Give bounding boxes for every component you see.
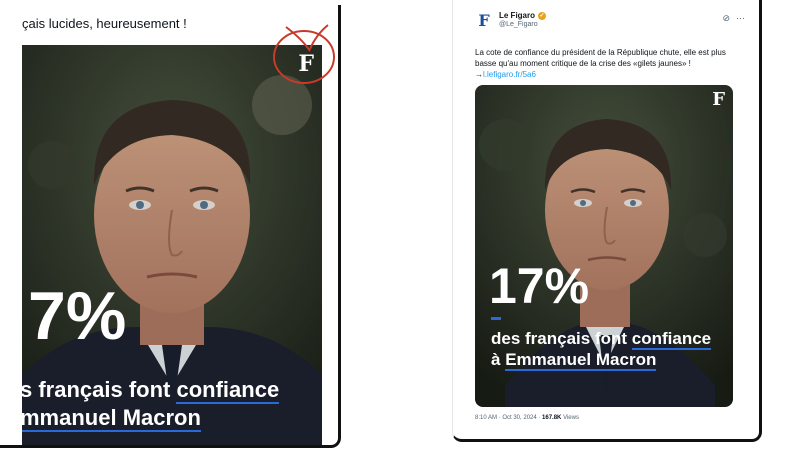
tweet-image[interactable]: F 17% des français font confiance à Emma…: [475, 85, 733, 407]
stat-percentage: 17%: [489, 258, 590, 314]
headline-emphasis: Emmanuel Macron: [505, 350, 657, 371]
grok-icon[interactable]: ⊘: [722, 13, 730, 23]
tweet-timestamp[interactable]: 8:10 AM · Oct 30, 2024 ·: [475, 415, 542, 421]
author-name-text: Le Figaro: [499, 11, 536, 20]
tweet-card: F Le Figaro ✓ @Le_Figaro ⊘ ··· La cote de …: [452, 0, 762, 442]
headline-emphasis: confiance: [631, 329, 712, 350]
headline-text: des français font: [491, 329, 632, 348]
tweet-header: F Le Figaro ✓ @Le_Figaro ⊘ ···: [475, 10, 745, 34]
le-figaro-logo-icon: F: [712, 89, 725, 110]
verified-badge-icon: ✓: [538, 11, 547, 20]
author-name[interactable]: Le Figaro ✓: [499, 11, 547, 20]
headline-line-2: mmanuel Macron: [22, 405, 201, 432]
tweet-text-fragment: çais lucides, heureusement !: [22, 16, 187, 31]
headline-text: à: [491, 350, 506, 369]
tweet-image-zoomed[interactable]: F 7% s français font confiance mmanuel M…: [22, 45, 322, 445]
tweet-text: La cote de confiance du président de la …: [475, 47, 747, 80]
headline-text: s français font: [22, 377, 177, 402]
tweet-body: La cote de confiance du président de la …: [475, 48, 726, 68]
headline-line-2: à Emmanuel Macron: [491, 350, 657, 371]
stat-percentage: 7%: [28, 278, 127, 354]
tweet-metadata: 8:10 AM · Oct 30, 2024 · 167.8K Views: [475, 415, 579, 421]
accent-bar: [491, 317, 501, 320]
views-count: 167.8K: [542, 415, 562, 421]
headline-line-1: des français font confiance: [491, 329, 712, 350]
author-handle[interactable]: @Le_Figaro: [499, 21, 538, 28]
arrow-icon: →: [475, 70, 483, 79]
left-cropped-tweet: çais lucides, heureusement ! F 7% s fran…: [0, 5, 341, 448]
views-label: Views: [561, 415, 579, 421]
avatar[interactable]: F: [475, 12, 493, 30]
more-options-icon[interactable]: ···: [736, 13, 745, 23]
tweet-actions: ⊘ ···: [716, 13, 745, 24]
headline-line-1: s français font confiance: [22, 377, 280, 404]
headline-emphasis: confiance: [176, 377, 280, 404]
annotation-circle-icon: [273, 24, 335, 84]
headline-emphasis: mmanuel Macron: [22, 405, 201, 432]
tweet-link[interactable]: l.lefigaro.fr/5a6: [483, 70, 536, 79]
